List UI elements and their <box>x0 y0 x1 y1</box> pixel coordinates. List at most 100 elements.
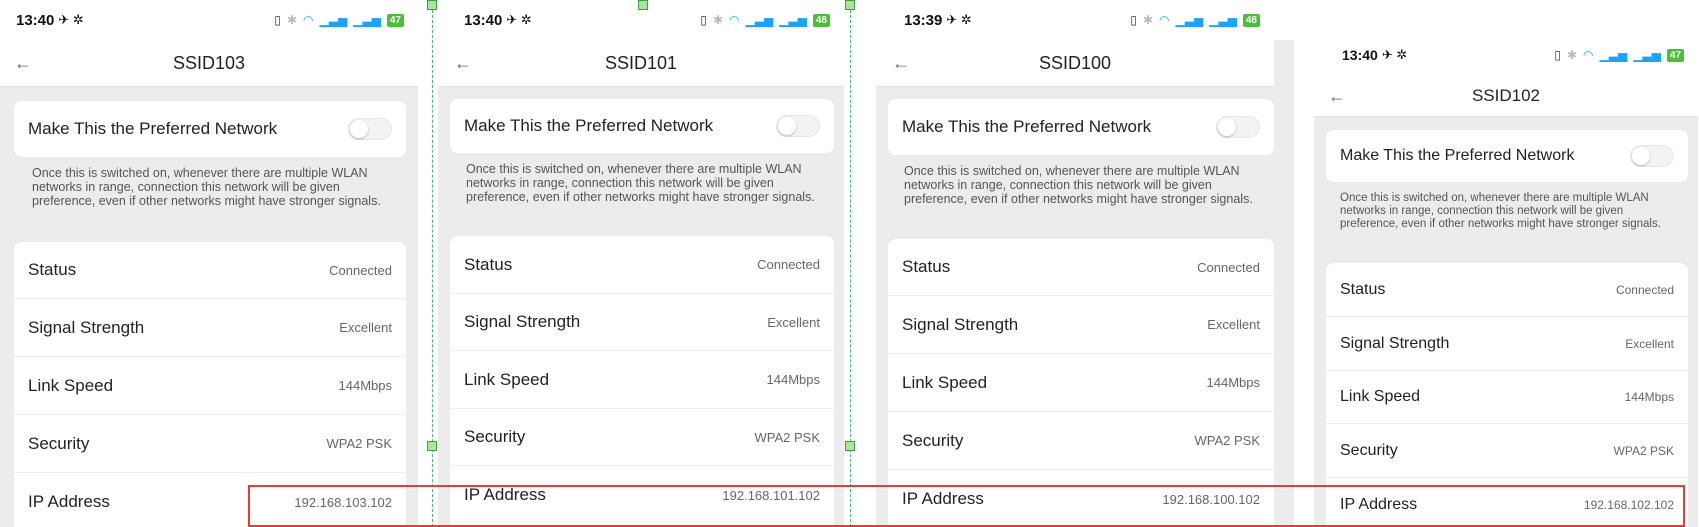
signal-strength-value: Excellent <box>1625 336 1674 351</box>
cell-signal-icon: ▁▃▅ <box>1209 13 1237 27</box>
system-icons: ▯ ✱ ◠ ▁▃▅ ▁▃▅ 47 <box>274 13 404 27</box>
wifi-icon: ◠ <box>303 13 314 27</box>
details-card: Status Connected Signal Strength Excellent… <box>450 236 834 527</box>
back-arrow-icon[interactable]: ← <box>892 53 910 74</box>
status-bar: 13:40 ✈ ✲ ▯ ✱ ◠ ▁▃▅ ▁▃▅ 47 <box>1314 34 1698 76</box>
security-row: Security WPA2 PSK <box>450 409 834 466</box>
battery-icon: 48 <box>812 13 830 27</box>
system-icons: ▯ ✱ ◠ ▁▃▅ ▁▃▅ 48 <box>700 13 830 27</box>
preferred-network-description: Once this is switched on, whenever there… <box>32 166 381 208</box>
resize-handle[interactable] <box>845 0 855 10</box>
link-speed-row: Link Speed 144Mbps <box>450 351 834 409</box>
link-speed-value: 144Mbps <box>766 372 820 387</box>
preferred-network-toggle[interactable] <box>348 118 392 140</box>
bluetooth-icon: ✱ <box>1142 13 1154 27</box>
signal-strength-row: Signal Strength Excellent <box>14 299 406 357</box>
preferred-network-description: Once this is switched on, whenever there… <box>904 164 1253 206</box>
bluetooth-icon: ✱ <box>286 13 298 27</box>
wifi-icon: ◠ <box>729 13 740 27</box>
link-speed-value: 144Mbps <box>338 378 392 393</box>
signal-strength-row: Signal Strength Excellent <box>888 296 1274 354</box>
status-row: Status Connected <box>1326 263 1688 317</box>
notification-icons: ✈ ✲ <box>1381 47 1408 62</box>
security-value: WPA2 PSK <box>1613 443 1674 458</box>
status-value: Connected <box>329 262 392 278</box>
back-arrow-icon[interactable]: ← <box>1328 86 1346 107</box>
preferred-network-description: Once this is switched on, whenever there… <box>466 162 815 204</box>
link-speed-value: 144Mbps <box>1206 375 1260 390</box>
app-header: ← SSID103 <box>0 40 418 87</box>
cell-signal-icon: ▁▃▅ <box>353 13 381 27</box>
cell-signal-icon: ▁▃▅ <box>1633 48 1661 62</box>
battery-icon: 47 <box>386 13 404 27</box>
phone-screen-ssid102: 13:40 ✈ ✲ ▯ ✱ ◠ ▁▃▅ ▁▃▅ 47 ← SSID102 Make… <box>1314 34 1698 527</box>
signal-strength-value: Excellent <box>767 314 820 330</box>
page-title: SSID102 <box>1471 86 1541 105</box>
preferred-network-toggle[interactable] <box>776 115 820 137</box>
resize-handle[interactable] <box>845 441 855 451</box>
back-arrow-icon[interactable]: ← <box>14 53 32 74</box>
cell-signal-icon: ▁▃▅ <box>319 13 348 27</box>
notification-icons: ✈ ✲ <box>506 12 532 27</box>
preferred-network-label: Make This the Preferred Network <box>902 117 1152 136</box>
security-value: WPA2 PSK <box>754 429 820 445</box>
security-row: Security WPA2 PSK <box>888 412 1274 470</box>
system-icons: ▯ ✱ ◠ ▁▃▅ ▁▃▅ 48 <box>1130 13 1260 27</box>
resize-handle[interactable] <box>427 0 437 10</box>
link-speed-row: Link Speed 144Mbps <box>14 357 406 415</box>
status-time: 13:40 ✈ ✲ <box>1342 47 1408 63</box>
cell-signal-icon: ▁▃▅ <box>745 13 774 27</box>
link-speed-row: Link Speed 144Mbps <box>1326 371 1688 424</box>
bluetooth-icon: ✱ <box>712 13 724 27</box>
signal-strength-row: Signal Strength Excellent <box>1326 317 1688 371</box>
link-speed-row: Link Speed 144Mbps <box>888 354 1274 412</box>
vibrate-icon: ▯ <box>700 13 707 27</box>
status-value: Connected <box>1197 259 1260 275</box>
status-row: Status Connected <box>14 242 406 299</box>
cell-signal-icon: ▁▃▅ <box>1599 48 1628 62</box>
battery-icon: 48 <box>1242 13 1260 27</box>
security-row: Security WPA2 PSK <box>1326 424 1688 478</box>
system-icons: ▯ ✱ ◠ ▁▃▅ ▁▃▅ 47 <box>1554 48 1684 62</box>
notification-icons: ✈ ✲ <box>58 12 84 27</box>
preferred-network-toggle[interactable] <box>1630 145 1674 167</box>
app-header: ← SSID102 <box>1314 76 1698 117</box>
signal-strength-row: Signal Strength Excellent <box>450 294 834 351</box>
security-row: Security WPA2 PSK <box>14 415 406 473</box>
preferred-network-label: Make This the Preferred Network <box>464 116 714 135</box>
preferred-network-toggle[interactable] <box>1216 116 1260 138</box>
preferred-network-label: Make This the Preferred Network <box>28 119 278 138</box>
vibrate-icon: ▯ <box>1554 48 1561 62</box>
page-title: SSID101 <box>604 52 678 73</box>
preferred-network-card: Make This the Preferred Network <box>1326 130 1688 182</box>
status-row: Status Connected <box>450 236 834 294</box>
cell-signal-icon: ▁▃▅ <box>779 13 807 27</box>
preferred-network-card: Make This the Preferred Network <box>888 99 1274 155</box>
wifi-icon: ◠ <box>1583 48 1594 62</box>
preferred-network-card: Make This the Preferred Network <box>450 99 834 153</box>
status-time: 13:40 ✈ ✲ <box>16 11 84 29</box>
resize-handle[interactable] <box>638 0 648 10</box>
app-header: ← SSID100 <box>876 40 1274 87</box>
phone-screen-ssid103: 13:40 ✈ ✲ ▯ ✱ ◠ ▁▃▅ ▁▃▅ 47 ← SSID103 Make… <box>0 0 418 527</box>
status-bar: 13:39 ✈ ✲ ▯ ✱ ◠ ▁▃▅ ▁▃▅ 48 <box>876 0 1294 40</box>
resize-handle[interactable] <box>427 441 437 451</box>
status-value: Connected <box>757 257 820 272</box>
notification-icons: ✈ ✲ <box>946 12 972 27</box>
ip-address-highlight-box <box>248 485 1685 527</box>
battery-icon: 47 <box>1666 48 1684 62</box>
status-time: 13:39 ✈ ✲ <box>904 11 972 29</box>
signal-strength-value: Excellent <box>1207 317 1260 332</box>
preferred-network-label: Make This the Preferred Network <box>1340 147 1575 164</box>
page-title: SSID100 <box>1038 52 1112 73</box>
app-header: ← SSID101 <box>438 40 844 87</box>
phone-screen-ssid101: 13:40 ✈ ✲ ▯ ✱ ◠ ▁▃▅ ▁▃▅ 48 ← SSID101 Make… <box>438 0 844 527</box>
preferred-network-description: Once this is switched on, whenever there… <box>1340 192 1661 230</box>
vibrate-icon: ▯ <box>1130 13 1137 27</box>
status-value: Connected <box>1615 282 1674 297</box>
wifi-icon: ◠ <box>1159 13 1170 27</box>
status-row: Status Connected <box>888 239 1274 296</box>
vibrate-icon: ▯ <box>274 13 281 27</box>
status-time: 13:40 ✈ ✲ <box>464 11 532 29</box>
back-arrow-icon[interactable]: ← <box>454 53 472 74</box>
